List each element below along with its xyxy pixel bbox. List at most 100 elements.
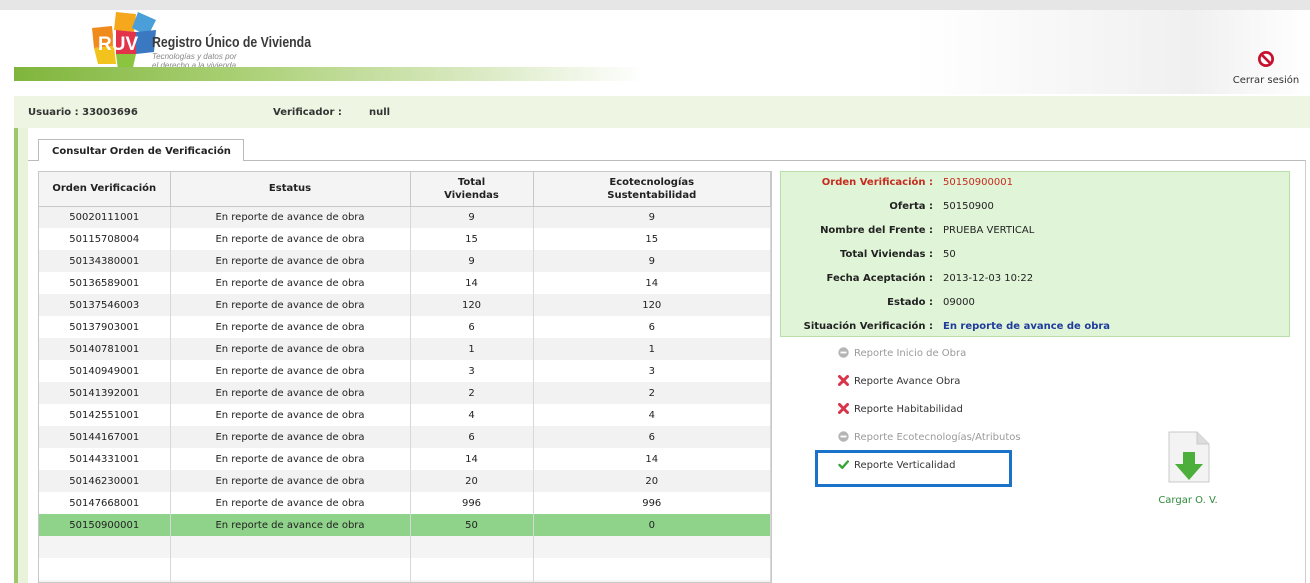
red-x-icon (838, 403, 849, 414)
top-strip (0, 0, 1310, 10)
report-link: Reporte Inicio de Obra (838, 347, 966, 363)
cell-total-viviendas: 6 (410, 426, 534, 448)
left-edge (14, 128, 28, 583)
table-row[interactable]: 50142551001 En reporte de avance de obra 4… (39, 404, 771, 426)
order-details-box: Orden Verificación : 50150900001 Oferta : 5… (780, 171, 1290, 337)
cell-total-viviendas: 50 (410, 514, 534, 536)
detail-label: Oferta : (889, 201, 933, 212)
cell-orden: 50020111001 (39, 206, 171, 228)
cell-ecotecnologias: 15 (533, 228, 771, 250)
detail-row: Situación Verificación : En reporte de av… (781, 321, 1291, 335)
table-row[interactable]: 50136589001 En reporte de avance de obra 1… (39, 272, 771, 294)
detail-value: En reporte de avance de obra (943, 321, 1111, 332)
upload-ov-label: Cargar O. V. (1158, 495, 1218, 506)
cell-estatus: En reporte de avance de obra (170, 404, 411, 426)
cell-estatus: En reporte de avance de obra (170, 360, 411, 382)
table-row[interactable]: 50134380001 En reporte de avance de obra 9… (39, 250, 771, 272)
cell-orden: 50144167001 (39, 426, 171, 448)
report-link[interactable]: Reporte Habitabilidad (838, 403, 963, 419)
cell-ecotecnologias: 6 (533, 316, 771, 338)
header: RUV Registro Único de Vivienda Tecnologí… (14, 10, 1310, 94)
col-total-viviendas-header[interactable]: Total Viviendas (410, 172, 534, 207)
cell-total-viviendas: 9 (410, 206, 534, 228)
upload-ov-button[interactable]: Cargar O. V. (1150, 430, 1226, 506)
table-row[interactable]: 50150900001 En reporte de avance de obra 5… (39, 514, 771, 536)
cell-ecotecnologias: 9 (533, 206, 771, 228)
detail-row: Orden Verificación : 50150900001 (781, 177, 1291, 191)
cell-ecotecnologias: 996 (533, 492, 771, 514)
cell-ecotecnologias: 120 (533, 294, 771, 316)
detail-value: 50150900 (943, 201, 994, 212)
report-link: Reporte Ecotecnologías/Atributos (838, 431, 1021, 447)
detail-value: PRUEBA VERTICAL (943, 225, 1035, 236)
detail-row: Total Viviendas : 50 (781, 249, 1291, 263)
cell-total-viviendas: 4 (410, 404, 534, 426)
cell-ecotecnologias: 6 (533, 426, 771, 448)
col-orden-header[interactable]: Orden Verificación (39, 172, 171, 207)
cell-estatus: En reporte de avance de obra (170, 316, 411, 338)
cell-estatus: En reporte de avance de obra (170, 338, 411, 360)
col-ecotecnologias-header[interactable]: Ecotecnologías Sustentabilidad (533, 172, 771, 207)
document-download-icon (1168, 431, 1210, 483)
cell-total-viviendas: 2 (410, 382, 534, 404)
cell-orden: 50140949001 (39, 360, 171, 382)
cell-ecotecnologias: 4 (533, 404, 771, 426)
cell-ecotecnologias: 2 (533, 382, 771, 404)
verifier-value: null (369, 107, 391, 118)
table-row[interactable]: 50137903001 En reporte de avance de obra 6… (39, 316, 771, 338)
cell-orden: 50137546003 (39, 294, 171, 316)
cell-orden: 50147668001 (39, 492, 171, 514)
cell-orden: 50134380001 (39, 250, 171, 272)
cell-total-viviendas: 14 (410, 272, 534, 294)
table-row[interactable]: 50140949001 En reporte de avance de obra 3… (39, 360, 771, 382)
report-label: Reporte Avance Obra (854, 376, 961, 387)
detail-row: Nombre del Frente : PRUEBA VERTICAL (781, 225, 1291, 239)
cell-ecotecnologias: 14 (533, 272, 771, 294)
verifier-label: Verificador : (273, 107, 342, 118)
minus-circle-icon (838, 431, 849, 442)
detail-row: Oferta : 50150900 (781, 201, 1291, 215)
cell-estatus: En reporte de avance de obra (170, 448, 411, 470)
report-label: Reporte Inicio de Obra (854, 348, 967, 359)
logout-button[interactable]: Cerrar sesión (1226, 50, 1306, 86)
cell-estatus: En reporte de avance de obra (170, 426, 411, 448)
detail-label: Orden Verificación : (821, 177, 933, 188)
cell-orden: 50146230001 (39, 470, 171, 492)
orders-grid: Orden Verificación Estatus Total Viviend… (38, 171, 772, 583)
cell-orden: 50136589001 (39, 272, 171, 294)
cell-total-viviendas: 9 (410, 250, 534, 272)
col-estatus-header[interactable]: Estatus (170, 172, 411, 207)
table-row[interactable]: 50020111001 En reporte de avance de obra 9… (39, 206, 771, 228)
cell-orden: 50144331001 (39, 448, 171, 470)
detail-row: Fecha Aceptación : 2013-12-03 10:22 (781, 273, 1291, 287)
detail-value: 50 (943, 249, 956, 260)
table-row[interactable]: 50147668001 En reporte de avance de obra 9… (39, 492, 771, 514)
cell-ecotecnologias: 9 (533, 250, 771, 272)
cell-ecotecnologias: 0 (533, 514, 771, 536)
table-row[interactable]: 50144167001 En reporte de avance de obra 6… (39, 426, 771, 448)
cell-estatus: En reporte de avance de obra (170, 492, 411, 514)
detail-label: Total Viviendas : (840, 249, 933, 260)
detail-value: 50150900001 (943, 177, 1013, 188)
table-row[interactable]: 50137546003 En reporte de avance de obra 1… (39, 294, 771, 316)
report-link[interactable]: Reporte Avance Obra (838, 375, 960, 391)
cell-total-viviendas: 20 (410, 470, 534, 492)
cell-total-viviendas: 1 (410, 338, 534, 360)
cell-total-viviendas: 15 (410, 228, 534, 250)
tab-consultar-orden[interactable]: Consultar Orden de Verificación (38, 139, 244, 161)
cell-estatus: En reporte de avance de obra (170, 250, 411, 272)
table-row[interactable]: 50146230001 En reporte de avance de obra 2… (39, 470, 771, 492)
detail-label: Estado : (887, 297, 933, 308)
table-row[interactable]: 50141392001 En reporte de avance de obra 2… (39, 382, 771, 404)
cell-orden: 50150900001 (39, 514, 171, 536)
cell-total-viviendas: 14 (410, 448, 534, 470)
user-id: Usuario : 33003696 (28, 107, 138, 118)
table-row[interactable]: 50144331001 En reporte de avance de obra 1… (39, 448, 771, 470)
cell-ecotecnologias: 20 (533, 470, 771, 492)
ruv-logo: RUV (92, 12, 156, 72)
report-label: Reporte Ecotecnologías/Atributos (854, 432, 1021, 443)
cell-ecotecnologias: 14 (533, 448, 771, 470)
table-row[interactable]: 50140781001 En reporte de avance de obra 1… (39, 338, 771, 360)
table-row[interactable]: 50115708004 En reporte de avance de obra 1… (39, 228, 771, 250)
cell-total-viviendas: 996 (410, 492, 534, 514)
